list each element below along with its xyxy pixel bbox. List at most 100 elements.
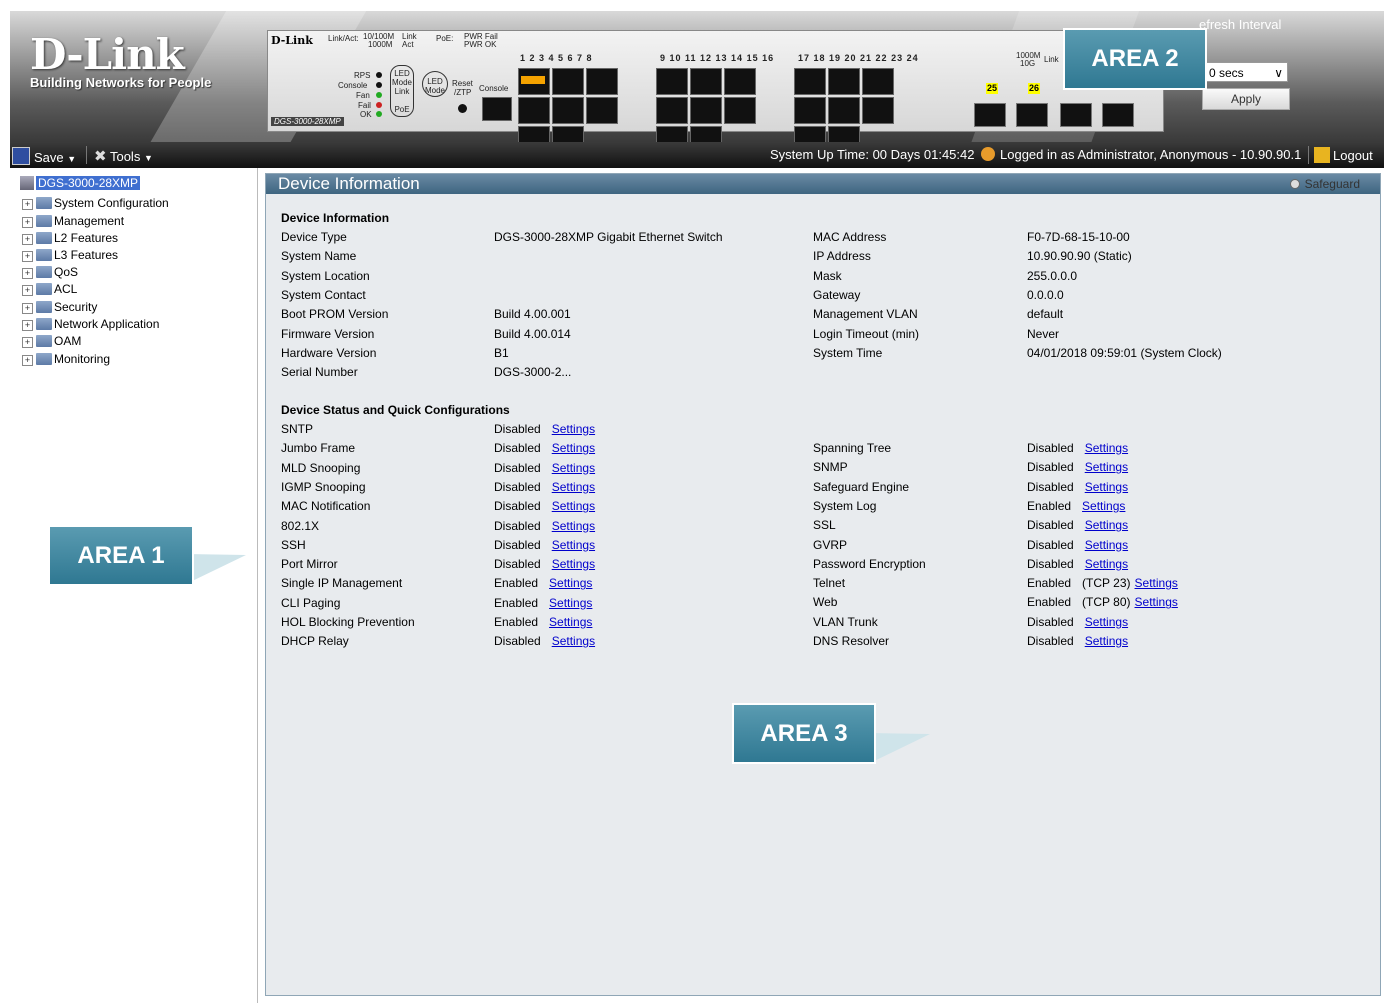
folder-icon <box>36 353 52 365</box>
tree-item-l2-features[interactable]: + L2 Features <box>22 231 118 245</box>
tree-item-l3-features[interactable]: + L3 Features <box>22 248 118 262</box>
settings-link[interactable]: Settings <box>552 441 595 455</box>
sfp-port-28[interactable] <box>1102 103 1134 127</box>
port-20[interactable] <box>862 97 894 124</box>
tree-item-network-application[interactable]: + Network Application <box>22 317 159 331</box>
expand-icon[interactable]: + <box>22 234 33 245</box>
label-fail: Fail <box>358 101 371 110</box>
settings-link[interactable]: Settings <box>1085 518 1128 532</box>
port-13[interactable] <box>724 68 756 95</box>
tree-item-label: ACL <box>54 282 78 296</box>
status-state: Disabled <box>494 479 541 494</box>
port-5[interactable] <box>586 68 618 95</box>
sfp-port-25[interactable] <box>974 103 1006 127</box>
status-value-row: Enabled Settings <box>494 596 592 610</box>
save-label: Save <box>34 150 64 165</box>
settings-link[interactable]: Settings <box>1085 480 1128 494</box>
expand-icon[interactable]: + <box>22 285 33 296</box>
expand-icon[interactable]: + <box>22 268 33 279</box>
chevron-down-icon: ∨ <box>1274 66 1283 80</box>
tree-item-oam[interactable]: + OAM <box>22 334 81 348</box>
refresh-interval-select[interactable]: 0 secs ∨ <box>1204 62 1288 82</box>
tree-item-label: Management <box>54 214 125 228</box>
settings-link[interactable]: Settings <box>1085 441 1128 455</box>
logout-button[interactable]: Logout <box>1314 147 1373 163</box>
settings-link[interactable]: Settings <box>552 461 595 475</box>
port-9[interactable] <box>656 68 688 95</box>
expand-icon[interactable]: + <box>22 199 33 210</box>
tree-item-management[interactable]: + Management <box>22 214 124 228</box>
port-4[interactable] <box>586 97 618 124</box>
settings-link[interactable]: Settings <box>552 519 595 533</box>
expand-icon[interactable]: + <box>22 337 33 348</box>
system-uptime: System Up Time: 00 Days 01:45:42 <box>770 147 975 162</box>
expand-icon[interactable]: + <box>22 320 33 331</box>
port-19[interactable] <box>828 68 860 95</box>
port-6[interactable] <box>518 126 550 142</box>
dlink-logo: D-Link Building Networks for People <box>30 33 211 91</box>
tree-item-system-configuration[interactable]: + System Configuration <box>22 196 169 210</box>
status-label: IGMP Snooping <box>281 479 366 494</box>
settings-link[interactable]: Settings <box>552 422 595 436</box>
tree-root-device[interactable]: DGS-3000-28XMP <box>20 176 141 190</box>
legend-1000m: 1000M <box>368 40 393 49</box>
settings-link[interactable]: Settings <box>1135 595 1178 609</box>
status-label: Spanning Tree <box>813 441 892 455</box>
settings-link[interactable]: Settings <box>549 615 592 629</box>
tree-item-monitoring[interactable]: + Monitoring <box>22 352 110 366</box>
port-12[interactable] <box>724 97 756 124</box>
settings-link[interactable]: Settings <box>1085 634 1128 648</box>
sfp-port-27[interactable] <box>1060 103 1092 127</box>
settings-link[interactable]: Settings <box>1085 538 1128 552</box>
port-10[interactable] <box>690 97 722 124</box>
port-15[interactable] <box>656 97 688 124</box>
port-2[interactable] <box>552 97 584 124</box>
port-1[interactable] <box>518 68 550 95</box>
port-23[interactable] <box>794 97 826 124</box>
folder-icon <box>36 318 52 330</box>
settings-link[interactable]: Settings <box>1082 499 1125 513</box>
reset-button[interactable] <box>458 104 467 113</box>
port-8[interactable] <box>552 126 584 142</box>
tools-menu[interactable]: ✖ Tools ▼ <box>94 147 153 165</box>
port-11[interactable] <box>690 68 722 95</box>
port-18[interactable] <box>828 97 860 124</box>
settings-link[interactable]: Settings <box>549 576 592 590</box>
settings-link[interactable]: Settings <box>549 596 592 610</box>
settings-link[interactable]: Settings <box>552 634 595 648</box>
expand-icon[interactable]: + <box>22 251 33 262</box>
port-22[interactable] <box>794 126 826 142</box>
settings-link[interactable]: Settings <box>552 538 595 552</box>
expand-icon[interactable]: + <box>22 355 33 366</box>
settings-link[interactable]: Settings <box>1085 615 1128 629</box>
settings-link[interactable]: Settings <box>552 499 595 513</box>
save-menu[interactable]: Save ▼ <box>12 147 76 165</box>
port-14[interactable] <box>656 126 688 142</box>
apply-button[interactable]: Apply <box>1202 88 1290 110</box>
port-21[interactable] <box>862 68 894 95</box>
port-7[interactable] <box>518 97 550 124</box>
info-value: Build 4.00.014 <box>494 326 571 341</box>
settings-link[interactable]: Settings <box>552 557 595 571</box>
settings-link[interactable]: Settings <box>1085 557 1128 571</box>
status-label: SSL <box>813 518 836 533</box>
logged-in-status: Logged in as Administrator, Anonymous - … <box>1000 147 1302 162</box>
port-24[interactable] <box>828 126 860 142</box>
port-16[interactable] <box>690 126 722 142</box>
settings-link[interactable]: Settings <box>552 480 595 494</box>
port-17[interactable] <box>794 68 826 95</box>
led-mode-button[interactable]: LED Mode <box>422 71 448 97</box>
expand-icon[interactable]: + <box>22 303 33 314</box>
tree-item-acl[interactable]: + ACL <box>22 282 77 296</box>
sfp-port-26[interactable] <box>1016 103 1048 127</box>
info-value: default <box>1027 307 1064 322</box>
tree-item-qos[interactable]: + QoS <box>22 265 78 279</box>
settings-link[interactable]: Settings <box>1135 576 1178 590</box>
status-value-row: Enabled (TCP 23) Settings <box>1027 576 1178 590</box>
settings-link[interactable]: Settings <box>1085 460 1128 474</box>
port-3[interactable] <box>552 68 584 95</box>
status-value-row: Enabled Settings <box>494 615 592 629</box>
tree-item-security[interactable]: + Security <box>22 300 97 314</box>
status-label: Single IP Management <box>281 576 403 591</box>
expand-icon[interactable]: + <box>22 217 33 228</box>
